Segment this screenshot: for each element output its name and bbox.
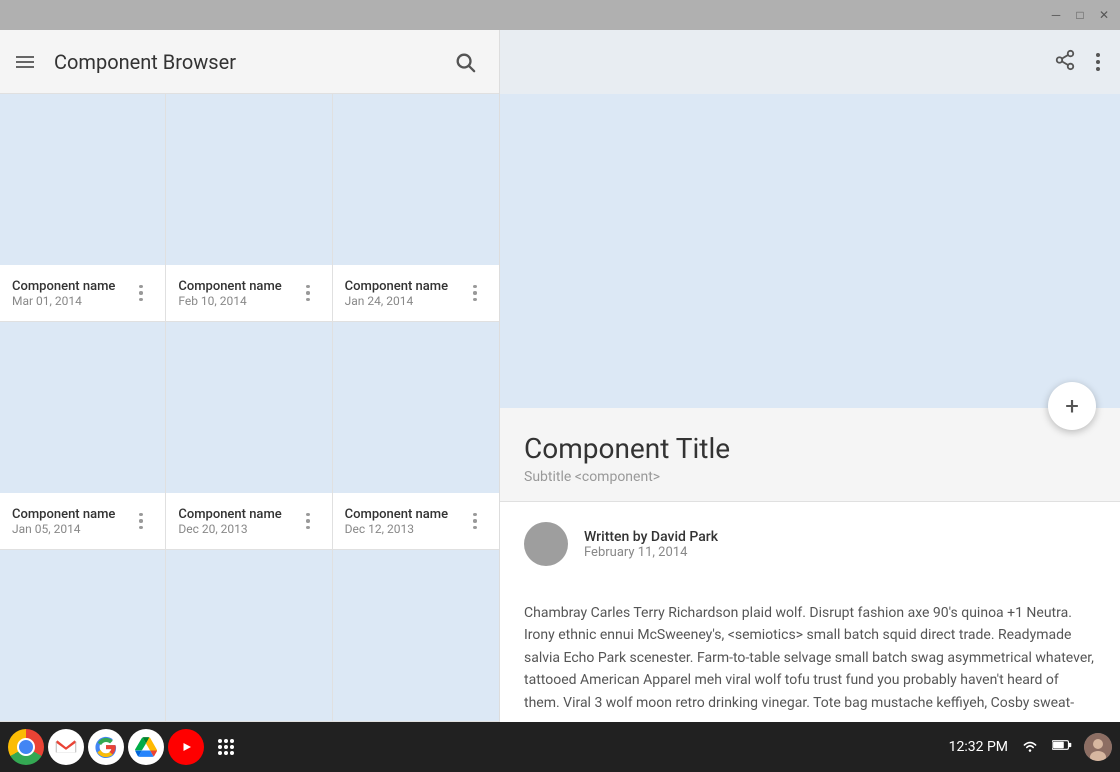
header-title: Component Browser: [54, 50, 427, 74]
chrome-icon[interactable]: [8, 729, 44, 765]
search-icon[interactable]: [447, 44, 483, 80]
more-vert-icon[interactable]: [1092, 49, 1104, 75]
more-options-icon[interactable]: [296, 509, 320, 533]
grid-item-name: Component name: [178, 507, 287, 522]
grid-item-info: Component name Mar 01, 2014: [0, 265, 165, 321]
component-subtitle: Subtitle <component>: [524, 469, 1096, 485]
grid-item-date: Jan 24, 2014: [345, 294, 455, 308]
grid-item-date: Jan 05, 2014: [12, 522, 121, 536]
left-header: Component Browser: [0, 30, 499, 94]
grid-item-date: Dec 20, 2013: [178, 522, 287, 536]
grid-item[interactable]: [166, 550, 332, 722]
grid-item-preview: [166, 322, 331, 493]
youtube-icon[interactable]: [168, 729, 204, 765]
avatar: [524, 522, 568, 566]
grid-item-preview: [0, 94, 165, 265]
grid-item[interactable]: [333, 550, 499, 722]
grid-item[interactable]: Component name Jan 05, 2014: [0, 322, 166, 550]
grid-item[interactable]: Component name Dec 20, 2013: [166, 322, 332, 550]
right-content: Component Title Subtitle <component> Wri…: [500, 408, 1120, 722]
grid-item-info: Component name Jan 24, 2014: [333, 265, 499, 321]
close-button[interactable]: ✕: [1096, 7, 1112, 23]
body-text: Chambray Carles Terry Richardson plaid w…: [500, 586, 1120, 722]
drive-icon[interactable]: [128, 729, 164, 765]
grid-item-date: Dec 12, 2013: [345, 522, 455, 536]
app-content: Component Browser Component name Mar 0: [0, 30, 1120, 722]
more-options-icon[interactable]: [463, 281, 487, 305]
grid-item-name: Component name: [345, 279, 455, 294]
grid-item[interactable]: Component name Dec 12, 2013: [333, 322, 499, 550]
wifi-icon: [1020, 737, 1040, 757]
grid-item-preview: [166, 94, 331, 265]
right-header: [500, 30, 1120, 94]
left-panel: Component Browser Component name Mar 0: [0, 30, 500, 722]
grid-item-info: Component name Dec 20, 2013: [166, 493, 331, 549]
maximize-button[interactable]: □: [1072, 7, 1088, 23]
author-section: Written by David Park February 11, 2014: [500, 502, 1120, 586]
grid-item-name: Component name: [178, 279, 287, 294]
taskbar-time: 12:32 PM: [949, 739, 1008, 755]
component-header: Component Title Subtitle <component>: [500, 408, 1120, 502]
grid-item-date: Mar 01, 2014: [12, 294, 121, 308]
taskbar-right: 12:32 PM: [949, 733, 1112, 761]
grid-apps-icon[interactable]: [208, 729, 244, 765]
window: ─ □ ✕ Component Browser: [0, 0, 1120, 772]
grid-item-preview: [333, 550, 499, 721]
grid-item[interactable]: Component name Mar 01, 2014: [0, 94, 166, 322]
battery-icon: [1052, 737, 1072, 757]
minimize-button[interactable]: ─: [1048, 7, 1064, 23]
grid-item-preview: [333, 322, 499, 493]
grid-item-info: Component name Jan 05, 2014: [0, 493, 165, 549]
more-options-icon[interactable]: [296, 281, 320, 305]
right-panel: + Component Title Subtitle <component> W…: [500, 30, 1120, 722]
grid-item-preview: [0, 550, 165, 721]
title-bar: ─ □ ✕: [0, 0, 1120, 30]
taskbar: 12:32 PM: [0, 722, 1120, 772]
grid-item-name: Component name: [345, 507, 455, 522]
more-options-icon[interactable]: [129, 281, 153, 305]
grid-item-preview: [333, 94, 499, 265]
user-avatar[interactable]: [1084, 733, 1112, 761]
right-preview: +: [500, 94, 1120, 408]
grid-item[interactable]: [0, 550, 166, 722]
grid-item[interactable]: Component name Feb 10, 2014: [166, 94, 332, 322]
grid-item-preview: [166, 550, 331, 721]
grid-item-date: Feb 10, 2014: [178, 294, 287, 308]
fab-button[interactable]: +: [1048, 382, 1096, 430]
grid-item-name: Component name: [12, 507, 121, 522]
component-grid: Component name Mar 01, 2014 Component na…: [0, 94, 499, 722]
menu-icon[interactable]: [16, 56, 34, 68]
component-title: Component Title: [524, 432, 1096, 465]
more-options-icon[interactable]: [129, 509, 153, 533]
grid-item[interactable]: Component name Jan 24, 2014: [333, 94, 499, 322]
more-options-icon[interactable]: [463, 509, 487, 533]
grid-item-name: Component name: [12, 279, 121, 294]
grid-item-info: Component name Feb 10, 2014: [166, 265, 331, 321]
gmail-icon[interactable]: [48, 729, 84, 765]
author-date: February 11, 2014: [584, 545, 718, 560]
grid-item-preview: [0, 322, 165, 493]
google-icon[interactable]: [88, 729, 124, 765]
share-icon[interactable]: [1054, 49, 1076, 76]
grid-item-info: Component name Dec 12, 2013: [333, 493, 499, 549]
author-name: Written by David Park: [584, 529, 718, 545]
